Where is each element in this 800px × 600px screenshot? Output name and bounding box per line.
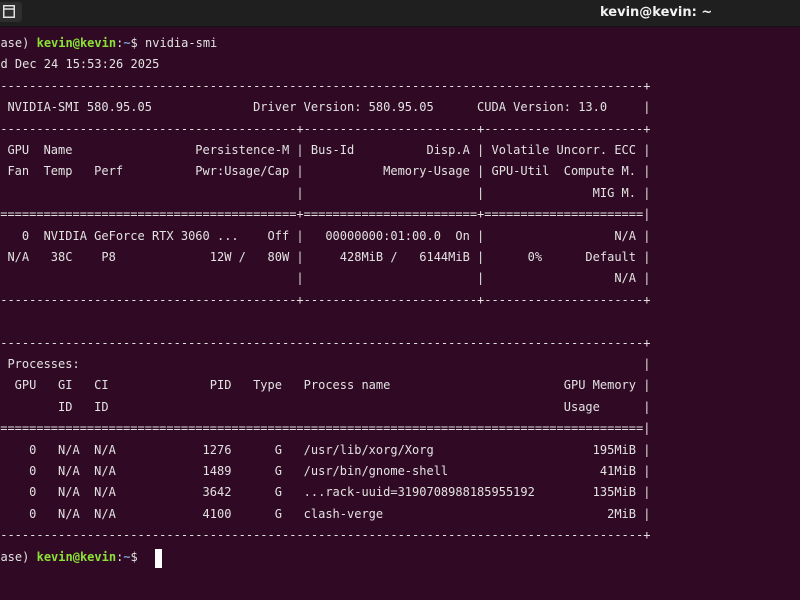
table-border: +---------------------------------------… bbox=[0, 528, 651, 543]
conda-env: (base) bbox=[0, 549, 30, 564]
window-title: kevin@kevin: ~ bbox=[600, 5, 713, 20]
gpu-row: | N/A 38C P8 12W / 80W | 428MiB / 6144Mi… bbox=[0, 250, 651, 264]
table-border: +---------------------------------------… bbox=[0, 78, 651, 93]
process-row: | 0 N/A N/A 1276 G /usr/lib/xorg/Xorg 19… bbox=[0, 442, 651, 457]
command-text: nvidia-smi bbox=[145, 36, 218, 50]
prompt-path: ~ bbox=[123, 549, 131, 564]
process-column-header: | ID ID Usage | bbox=[0, 399, 651, 414]
table-border: +---------------------------------------… bbox=[0, 121, 651, 136]
process-column-header: | GPU GI CI PID Type Process name GPU Me… bbox=[0, 378, 651, 393]
smi-header-line: | NVIDIA-SMI 580.95.05 Driver Version: 5… bbox=[0, 100, 651, 115]
table-border: +---------------------------------------… bbox=[0, 335, 651, 350]
table-divider: |=======================================… bbox=[0, 421, 651, 436]
gpu-row: | 0 NVIDIA GeForce RTX 3060 ... Off | 00… bbox=[0, 228, 651, 243]
terminal-tab-icon bbox=[3, 5, 15, 18]
prompt-path: ~ bbox=[123, 36, 131, 50]
terminal-content[interactable]: (base) kevin@kevin:~$ nvidia-smi Wed Dec… bbox=[0, 33, 800, 600]
process-row: | 0 N/A N/A 3642 G ...rack-uuid=31907089… bbox=[0, 485, 651, 500]
new-tab-button[interactable] bbox=[0, 2, 22, 22]
date-line: Wed Dec 24 15:53:26 2025 bbox=[0, 57, 160, 72]
conda-env: (base) bbox=[0, 36, 30, 50]
title-bar: kevin@kevin: ~ bbox=[0, 0, 800, 27]
processes-title: | Processes: | bbox=[0, 357, 651, 371]
process-row: | 0 N/A N/A 4100 G clash-verge 2MiB | bbox=[0, 506, 651, 521]
command-prompt-line: (base) kevin@kevin:~$ nvidia-smi bbox=[0, 33, 217, 54]
process-row: | 0 N/A N/A 1489 G /usr/bin/gnome-shell … bbox=[0, 464, 651, 478]
command-prompt-line: (base) kevin@kevin:~$ bbox=[0, 547, 138, 568]
prompt-symbol: $ bbox=[130, 549, 138, 564]
terminal-window: kevin@kevin: ~ (base) kevin@kevin:~$ nvi… bbox=[0, 0, 800, 600]
table-divider: |=======================================… bbox=[0, 207, 651, 222]
column-header-line: | GPU Name Persistence-M | Bus-Id Disp.A… bbox=[0, 143, 651, 157]
prompt-user-host: kevin@kevin bbox=[36, 549, 117, 564]
prompt-user-host: kevin@kevin bbox=[36, 36, 117, 50]
gpu-row: | | | N/A | bbox=[0, 271, 651, 286]
prompt-symbol: $ bbox=[130, 36, 138, 50]
column-header-line: | | | MIG M. | bbox=[0, 185, 651, 200]
column-header-line: | Fan Temp Perf Pwr:Usage/Cap | Memory-U… bbox=[0, 164, 651, 179]
text-cursor bbox=[155, 549, 162, 568]
table-border: +---------------------------------------… bbox=[0, 292, 651, 307]
